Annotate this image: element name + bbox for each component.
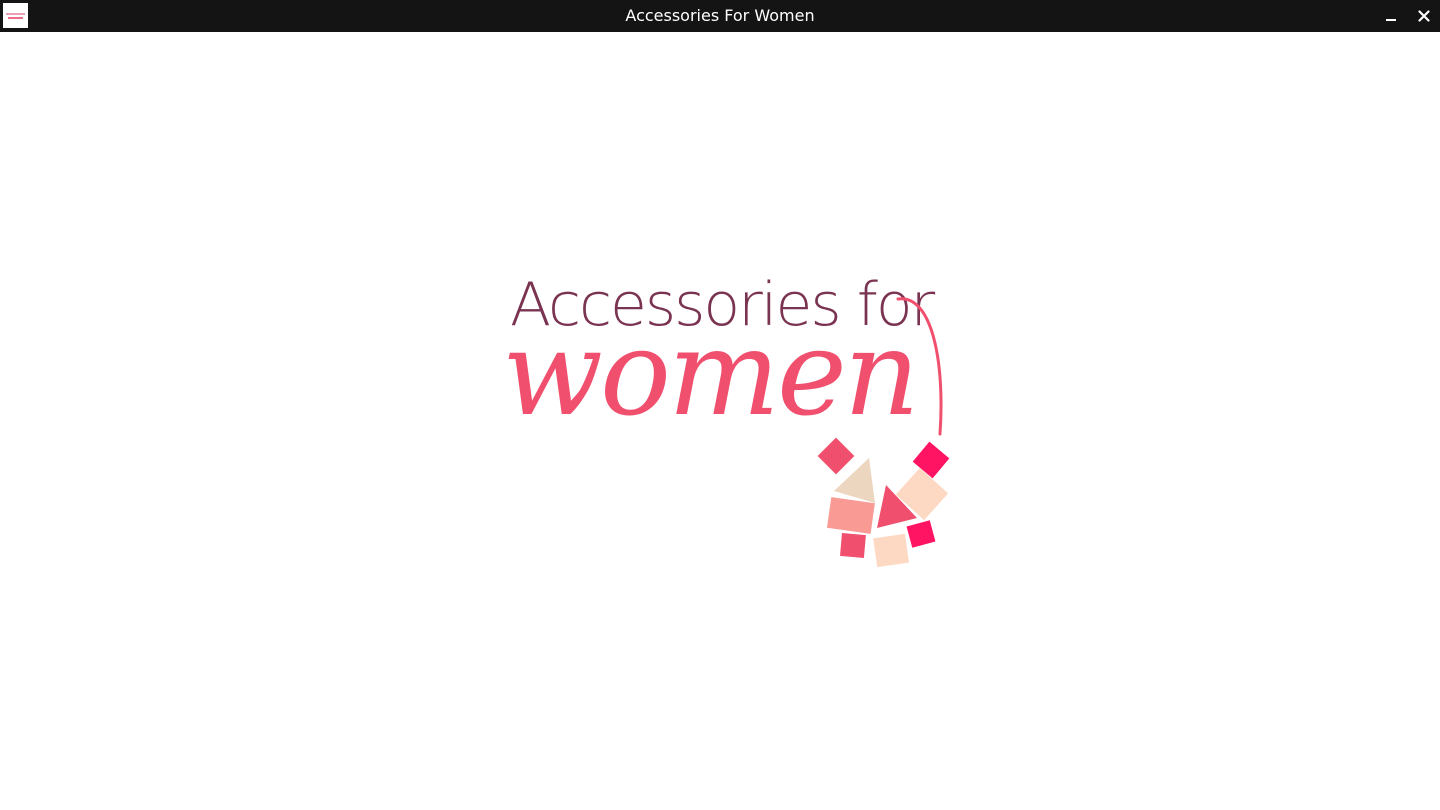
window-title: Accessories For Women <box>625 6 815 25</box>
brand-logo: Accessories for women <box>500 270 970 582</box>
splash-screen: Accessories for women <box>0 32 1440 810</box>
mosaic-tile <box>873 533 909 568</box>
logo-swoosh <box>896 297 943 436</box>
mosaic-tile <box>826 497 875 534</box>
close-button[interactable] <box>1408 0 1440 32</box>
app-window: Accessories For Women Accessories for wo… <box>0 0 1440 810</box>
title-bar[interactable]: Accessories For Women <box>0 0 1440 32</box>
minimize-button[interactable] <box>1375 0 1407 32</box>
minimize-icon <box>1386 19 1396 21</box>
mosaic-tile <box>817 437 855 475</box>
mosaic-tile <box>839 532 866 559</box>
logo-mosaic-graphic <box>817 297 950 568</box>
close-icon <box>1418 10 1430 22</box>
mosaic-tile <box>906 520 936 548</box>
